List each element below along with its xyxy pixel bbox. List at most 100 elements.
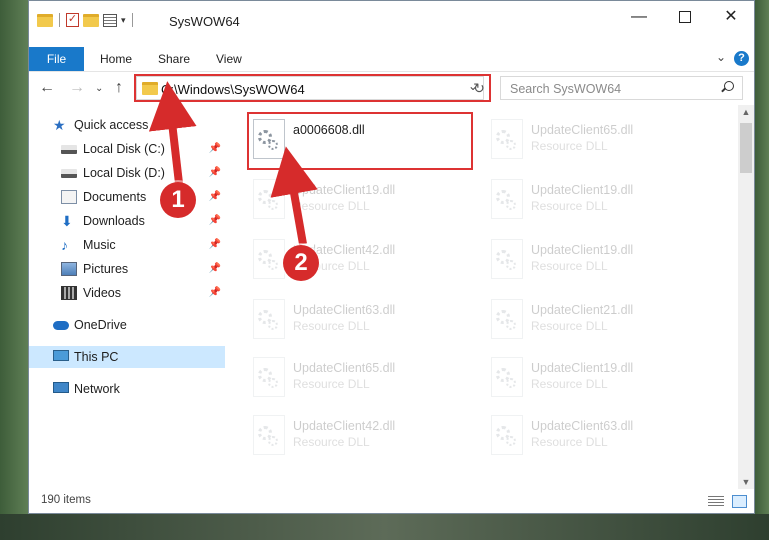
recent-locations-chevron-icon[interactable]: ⌄ bbox=[95, 83, 103, 94]
tab-file[interactable]: File bbox=[29, 47, 84, 71]
title-bar: ✓ ▾ SysWOW64 — ✕ bbox=[29, 1, 754, 41]
sidebar-item-onedrive[interactable]: OneDrive bbox=[29, 314, 225, 336]
customize-dropdown-icon[interactable]: ▾ bbox=[121, 15, 126, 26]
pin-icon[interactable]: 📌 bbox=[209, 282, 221, 304]
scroll-thumb[interactable] bbox=[740, 123, 752, 173]
file-name: UpdateClient19.dll bbox=[531, 243, 634, 257]
music-icon: ♪ bbox=[61, 237, 68, 253]
pin-icon[interactable]: 📌 bbox=[209, 186, 221, 208]
search-icon[interactable] bbox=[724, 81, 734, 91]
file-list: a0006608.dll UpdateClient65.dll Resource… bbox=[225, 105, 740, 473]
step-1-badge: 1 bbox=[160, 182, 196, 218]
file-item[interactable]: UpdateClient65.dll Resource DLL bbox=[247, 351, 477, 407]
sidebar-item-label: Local Disk (C:) bbox=[83, 142, 165, 156]
tab-view[interactable]: View bbox=[216, 47, 242, 71]
maximize-button[interactable] bbox=[662, 1, 708, 33]
dll-file-icon bbox=[491, 179, 523, 219]
network-icon bbox=[53, 382, 69, 393]
step-2-badge: 2 bbox=[283, 245, 319, 281]
sidebar-item-label: Quick access bbox=[74, 118, 149, 132]
file-item[interactable]: UpdateClient63.dll Resource DLL bbox=[247, 293, 477, 349]
up-arrow-icon[interactable]: ↑ bbox=[115, 79, 123, 97]
ribbon-tabs: File Home Share View ⌄ ? bbox=[29, 47, 754, 72]
vertical-scrollbar[interactable]: ▲ ▼ bbox=[738, 105, 754, 489]
drive-icon bbox=[61, 169, 77, 178]
file-name: UpdateClient19.dll bbox=[531, 183, 634, 197]
explorer-window: ✓ ▾ SysWOW64 — ✕ File Home Share View ⌄ … bbox=[28, 0, 755, 514]
star-icon: ★ bbox=[53, 117, 66, 133]
status-bar: 190 items bbox=[29, 489, 754, 513]
sidebar-item-local-disk-d[interactable]: Local Disk (D:) 📌 bbox=[29, 162, 225, 184]
refresh-icon[interactable]: ↻ bbox=[470, 78, 488, 98]
scroll-down-icon[interactable]: ▼ bbox=[738, 477, 754, 487]
file-item[interactable]: UpdateClient19.dll Resource DLL bbox=[485, 351, 715, 407]
sidebar-item-quick-access[interactable]: ★ Quick access bbox=[29, 114, 225, 136]
file-item[interactable]: a0006608.dll bbox=[247, 113, 477, 169]
minimize-button[interactable]: — bbox=[616, 1, 662, 33]
desktop-background-right bbox=[755, 0, 769, 540]
sidebar-item-downloads[interactable]: ⬇ Downloads 📌 bbox=[29, 210, 225, 232]
sidebar-item-pictures[interactable]: Pictures 📌 bbox=[29, 258, 225, 280]
file-item[interactable]: UpdateClient42.dll Resource DLL bbox=[247, 233, 477, 289]
sidebar-item-local-disk-c[interactable]: Local Disk (C:) 📌 bbox=[29, 138, 225, 160]
dll-file-icon bbox=[253, 415, 285, 455]
dll-file-icon bbox=[491, 299, 523, 339]
help-icon[interactable]: ? bbox=[734, 51, 749, 66]
file-type: Resource DLL bbox=[531, 319, 608, 333]
sidebar-item-music[interactable]: ♪ Music 📌 bbox=[29, 234, 225, 256]
navigation-bar: ← → ⌄ ↑ C:\Windows\SysWOW64 ⌄ ↻ Search S… bbox=[29, 73, 754, 105]
back-arrow-icon[interactable]: ← bbox=[39, 79, 55, 97]
file-type: Resource DLL bbox=[531, 435, 608, 449]
address-path[interactable]: C:\Windows\SysWOW64 bbox=[161, 82, 305, 97]
search-placeholder: Search SysWOW64 bbox=[510, 82, 622, 96]
sidebar-item-label: Videos bbox=[83, 286, 121, 300]
large-icons-view-icon[interactable] bbox=[732, 495, 747, 508]
file-item[interactable]: UpdateClient21.dll Resource DLL bbox=[485, 293, 715, 349]
file-type: Resource DLL bbox=[531, 259, 608, 273]
tab-home[interactable]: Home bbox=[100, 47, 132, 71]
file-name: UpdateClient63.dll bbox=[293, 303, 396, 317]
sidebar-item-videos[interactable]: Videos 📌 bbox=[29, 282, 225, 304]
file-item[interactable]: UpdateClient19.dll Resource DLL bbox=[247, 173, 477, 229]
desktop-background-bottom bbox=[0, 514, 769, 540]
address-bar[interactable]: C:\Windows\SysWOW64 ⌄ bbox=[136, 76, 484, 100]
sidebar-item-network[interactable]: Network bbox=[29, 378, 225, 400]
forward-arrow-icon[interactable]: → bbox=[69, 79, 85, 97]
pin-icon[interactable]: 📌 bbox=[209, 258, 221, 280]
drive-icon bbox=[61, 145, 77, 154]
pin-icon[interactable]: 📌 bbox=[209, 210, 221, 232]
file-name: UpdateClient21.dll bbox=[531, 303, 634, 317]
scroll-up-icon[interactable]: ▲ bbox=[738, 107, 754, 117]
pictures-icon bbox=[61, 262, 77, 276]
videos-icon bbox=[61, 286, 77, 300]
tab-share[interactable]: Share bbox=[158, 47, 190, 71]
dll-file-icon bbox=[253, 179, 285, 219]
details-view-icon[interactable] bbox=[708, 496, 724, 507]
new-folder-icon[interactable] bbox=[83, 13, 99, 27]
file-type: Resource DLL bbox=[293, 319, 370, 333]
pin-icon[interactable]: 📌 bbox=[209, 162, 221, 184]
file-item[interactable]: UpdateClient19.dll Resource DLL bbox=[485, 233, 715, 289]
pin-icon[interactable]: 📌 bbox=[209, 138, 221, 160]
file-name: UpdateClient19.dll bbox=[531, 361, 634, 375]
file-item[interactable]: UpdateClient19.dll Resource DLL bbox=[485, 173, 715, 229]
sidebar-item-label: OneDrive bbox=[74, 318, 127, 332]
dll-file-icon bbox=[253, 357, 285, 397]
sidebar-item-label: Downloads bbox=[83, 214, 145, 228]
file-type: Resource DLL bbox=[531, 139, 608, 153]
close-button[interactable]: ✕ bbox=[708, 1, 754, 33]
search-input[interactable]: Search SysWOW64 bbox=[500, 76, 743, 100]
download-icon: ⬇ bbox=[61, 213, 73, 229]
file-item[interactable]: UpdateClient42.dll Resource DLL bbox=[247, 409, 477, 465]
chevron-down-icon[interactable]: ⌄ bbox=[716, 50, 726, 64]
customize-icon[interactable] bbox=[103, 13, 117, 27]
file-name: UpdateClient42.dll bbox=[293, 419, 396, 433]
dll-file-icon bbox=[491, 357, 523, 397]
sidebar-item-this-pc[interactable]: This PC bbox=[29, 346, 225, 368]
toolbar-separator bbox=[131, 13, 133, 27]
file-item[interactable]: UpdateClient65.dll Resource DLL bbox=[485, 113, 715, 169]
pin-icon[interactable]: 📌 bbox=[209, 234, 221, 256]
file-item[interactable]: UpdateClient63.dll Resource DLL bbox=[485, 409, 715, 465]
file-type: Resource DLL bbox=[293, 199, 370, 213]
properties-check-icon[interactable]: ✓ bbox=[66, 13, 79, 27]
